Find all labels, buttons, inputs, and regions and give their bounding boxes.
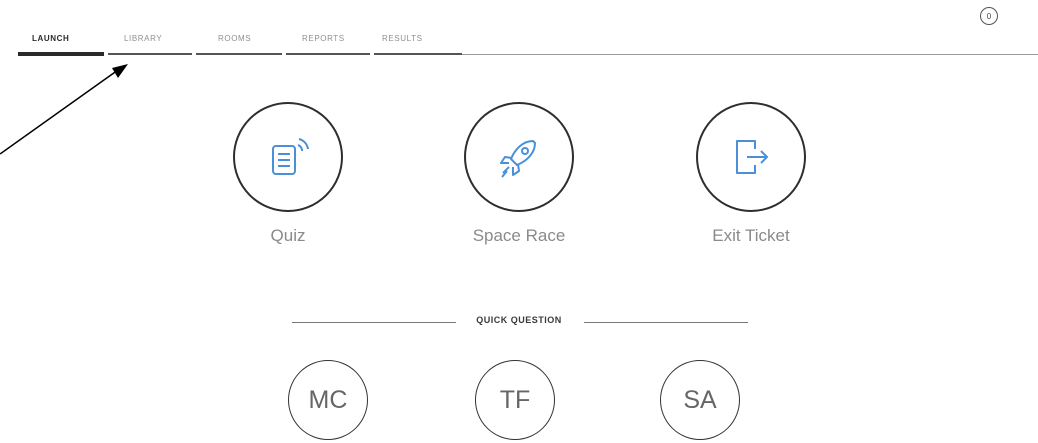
exit-door-icon [736,140,768,174]
tab-underline [108,53,192,55]
activity-label: Space Race [472,226,566,245]
quick-question-divider-right [584,322,748,323]
activity-space-race[interactable]: Space Race [434,102,604,246]
tab-underline [374,53,462,55]
activity-exit-ticket[interactable]: Exit Ticket [666,102,836,246]
activity-label: Exit Ticket [712,226,790,245]
quick-question-divider-left [292,322,456,323]
tf-button[interactable]: TF [475,360,555,440]
profile-circle-icon[interactable]: 0 [980,7,998,25]
tab-underline-active [18,52,104,56]
activity-label: Quiz [270,226,306,245]
tab-underline [196,53,282,55]
tab-rooms[interactable]: ROOMS [218,34,251,43]
profile-badge-count: 0 [986,11,992,21]
tab-underline [286,53,370,55]
tab-reports[interactable]: REPORTS [302,34,345,43]
tab-library[interactable]: LIBRARY [124,34,162,43]
top-nav: LAUNCH LIBRARY ROOMS REPORTS RESULTS 0 [0,0,1038,60]
tab-results[interactable]: RESULTS [382,34,423,43]
activity-quiz[interactable]: Quiz [203,102,373,246]
tab-launch[interactable]: LAUNCH [32,34,69,43]
space-race-circle [464,102,574,212]
exit-ticket-circle [696,102,806,212]
mc-button[interactable]: MC [288,360,368,440]
quiz-icon [272,138,309,175]
launch-page: LAUNCH LIBRARY ROOMS REPORTS RESULTS 0 Q… [0,0,1038,443]
nav-divider [462,54,1038,55]
rocket-icon [500,140,536,178]
quiz-circle [233,102,343,212]
sa-button[interactable]: SA [660,360,740,440]
quick-question-title: QUICK QUESTION [476,315,562,325]
